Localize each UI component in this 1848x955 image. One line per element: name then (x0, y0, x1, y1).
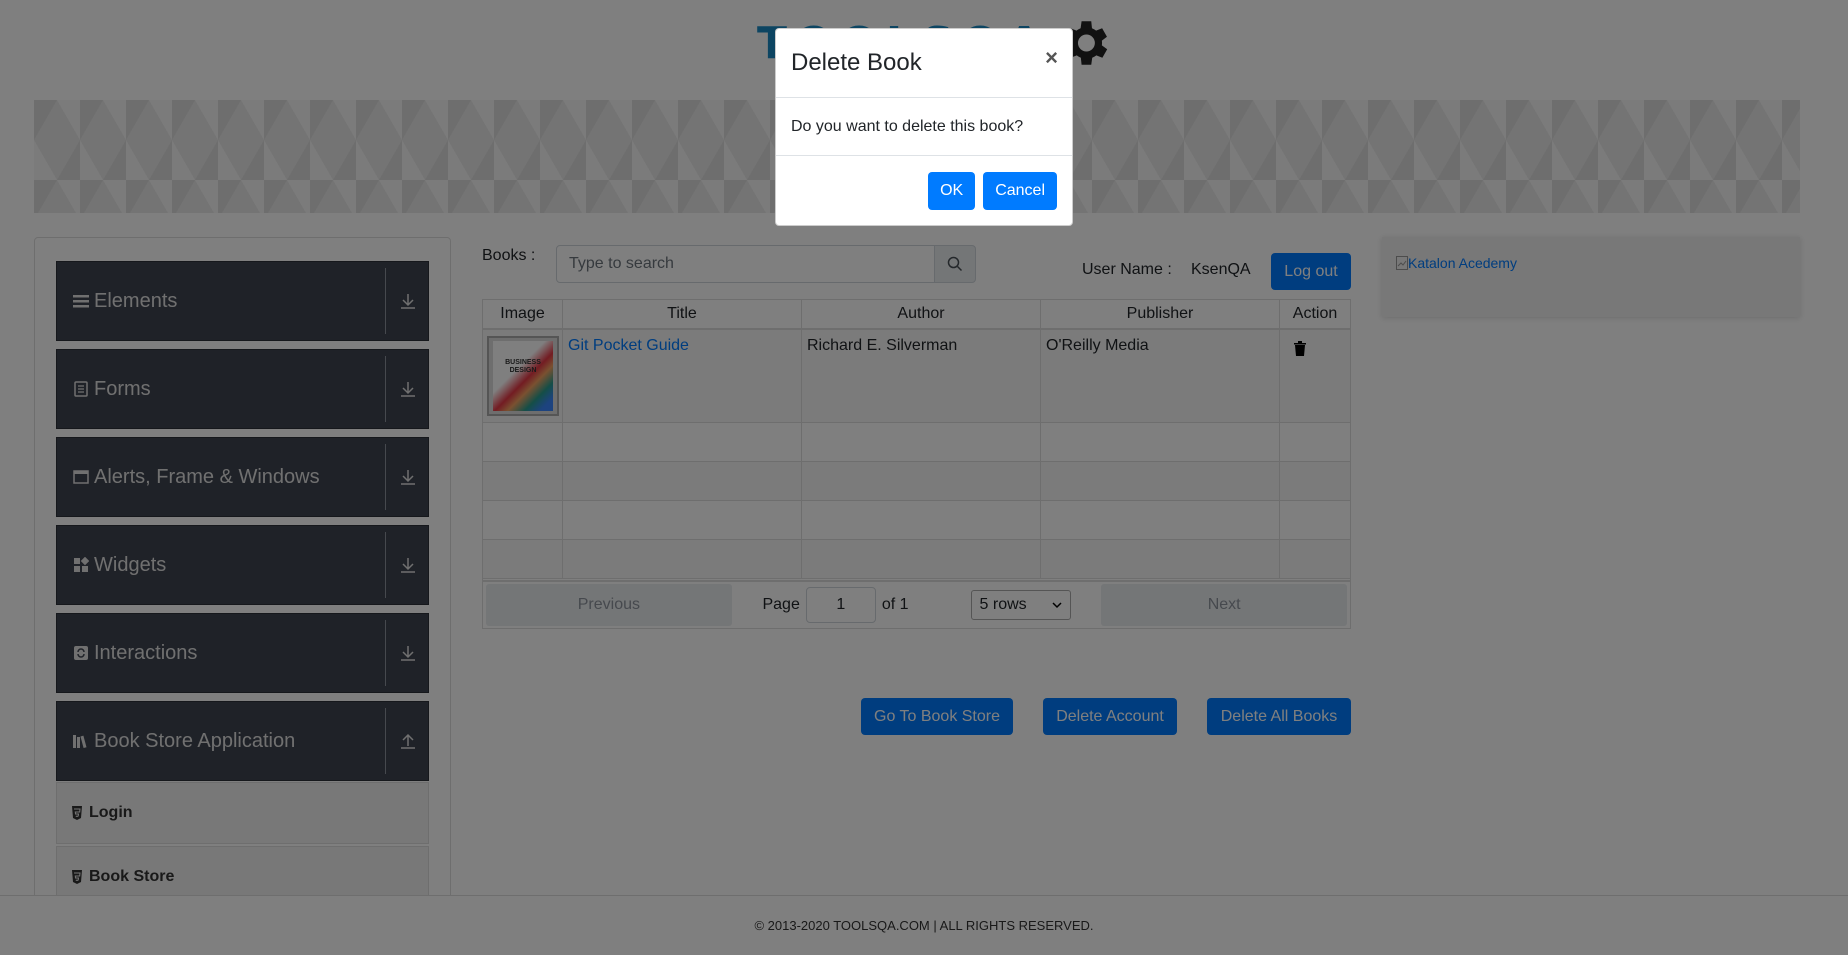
modal-footer: OK Cancel (776, 156, 1072, 226)
cancel-button[interactable]: Cancel (983, 172, 1057, 210)
ok-button[interactable]: OK (928, 172, 976, 210)
modal-body: Do you want to delete this book? (776, 98, 1072, 156)
delete-book-modal: Delete Book × Do you want to delete this… (775, 28, 1073, 226)
close-icon[interactable]: × (1045, 45, 1058, 71)
modal-header: Delete Book × (776, 29, 1072, 98)
modal-title: Delete Book (791, 49, 922, 76)
